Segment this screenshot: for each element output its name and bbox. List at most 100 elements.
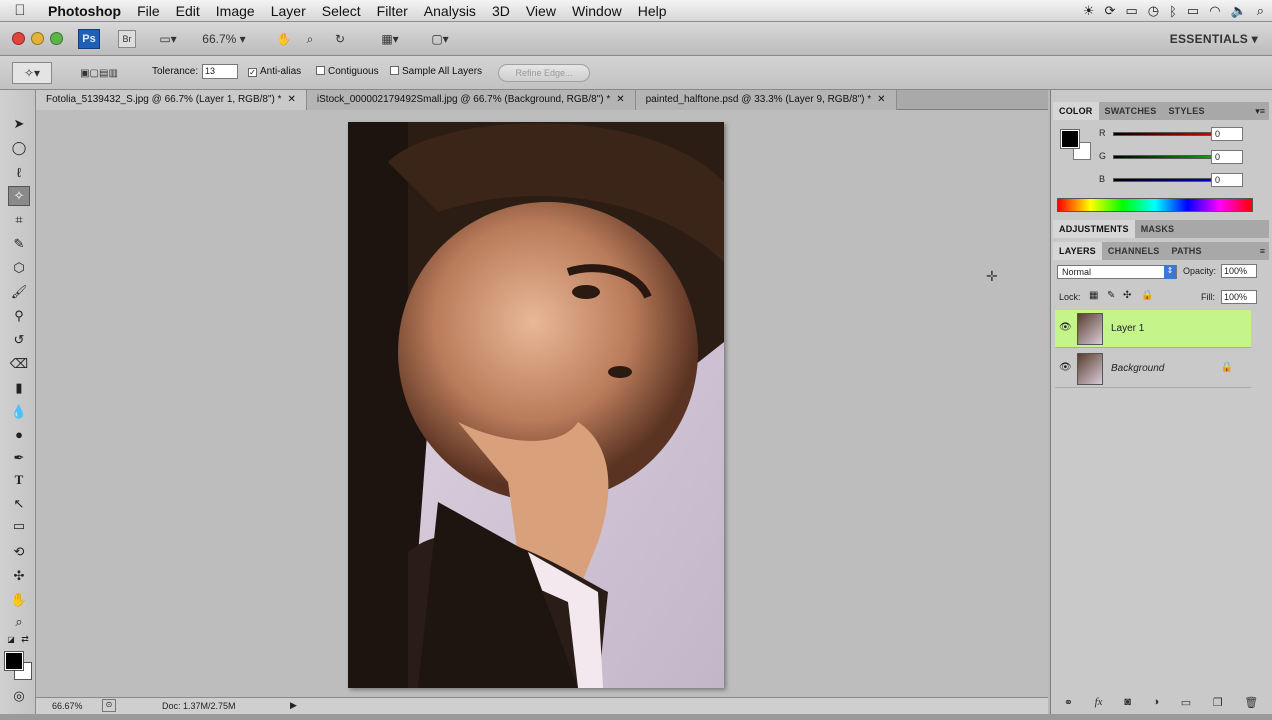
anti-alias-checkbox[interactable]: ✓ Anti-alias xyxy=(248,66,301,77)
tab-color[interactable]: COLOR xyxy=(1053,102,1099,120)
tab-styles[interactable]: STYLES xyxy=(1162,102,1210,120)
tab-document-1[interactable]: Fotolia_5139432_S.jpg @ 66.7% (Layer 1, … xyxy=(36,90,307,110)
tab-document-2[interactable]: iStock_000002179492Small.jpg @ 66.7% (Ba… xyxy=(306,90,636,110)
tab-masks[interactable]: MASKS xyxy=(1135,220,1181,238)
layer-style-icon[interactable]: fx xyxy=(1095,696,1103,708)
3d-rotate-tool-icon[interactable]: ⟲ xyxy=(8,542,30,562)
link-layers-icon[interactable]: ⚭ xyxy=(1064,696,1073,709)
menu-filter[interactable]: Filter xyxy=(369,0,416,22)
new-layer-icon[interactable]: ❐ xyxy=(1213,696,1223,709)
tab-paths[interactable]: PATHS xyxy=(1166,242,1208,260)
layers-panel-menu-icon[interactable]: ≡ xyxy=(1260,246,1265,256)
menu-app-photoshop[interactable]: Photoshop xyxy=(40,0,129,22)
contiguous-checkbox[interactable]: Contiguous xyxy=(316,66,379,77)
healing-brush-tool-icon[interactable]: ⬡ xyxy=(8,258,30,278)
quick-mask-icon[interactable]: ◎ xyxy=(8,686,30,706)
tab-document-3[interactable]: painted_halftone.psd @ 33.3% (Layer 9, R… xyxy=(635,90,897,110)
zoom-tool-button[interactable]: ⌕ xyxy=(300,30,320,48)
magic-wand-tool-icon[interactable]: ✧ xyxy=(8,186,30,206)
arrange-documents-button[interactable]: ▦▾ xyxy=(374,30,406,48)
shape-tool-icon[interactable]: ▭ xyxy=(8,516,30,536)
display-icon[interactable]: ▭ xyxy=(1125,3,1137,19)
red-value-input[interactable]: 0 xyxy=(1211,127,1243,141)
green-value-input[interactable]: 0 xyxy=(1211,150,1243,164)
visibility-eye-icon[interactable]: 👁 xyxy=(1059,322,1072,333)
crop-tool-icon[interactable]: ⌗ xyxy=(8,210,30,230)
tab-swatches[interactable]: SWATCHES xyxy=(1099,102,1163,120)
menu-analysis[interactable]: Analysis xyxy=(416,0,484,22)
path-selection-tool-icon[interactable]: ↖ xyxy=(8,494,30,514)
volume-icon[interactable]: 🔈 xyxy=(1231,3,1247,19)
panel-menu-icon[interactable]: ▾≡ xyxy=(1255,106,1265,117)
layer-name[interactable]: Layer 1 xyxy=(1111,323,1144,334)
blend-mode-select[interactable]: Normal ⇕ xyxy=(1057,265,1177,279)
document-canvas[interactable] xyxy=(348,122,724,688)
tab-adjustments[interactable]: ADJUSTMENTS xyxy=(1053,220,1135,238)
tolerance-input[interactable]: 13 xyxy=(202,64,238,79)
tab-channels[interactable]: CHANNELS xyxy=(1102,242,1166,260)
blur-tool-icon[interactable]: 💧 xyxy=(8,402,30,422)
color-foreground-swatch[interactable] xyxy=(1060,129,1080,149)
close-tab-icon[interactable]: ✕ xyxy=(877,94,885,105)
swap-colors-icon[interactable]: ⇄ xyxy=(18,632,32,646)
close-tab-icon[interactable]: ✕ xyxy=(288,94,296,105)
move-tool-icon[interactable]: ➤ xyxy=(8,114,30,134)
canvas-area[interactable]: ✛ xyxy=(36,110,1048,697)
fill-input[interactable]: 100% xyxy=(1221,290,1257,304)
apple-menu-icon[interactable]:  xyxy=(0,2,40,19)
workspace-switcher[interactable]: ESSENTIALS ▾ xyxy=(1170,32,1258,46)
menu-edit[interactable]: Edit xyxy=(168,0,208,22)
close-tab-icon[interactable]: ✕ xyxy=(616,94,624,105)
gradient-tool-icon[interactable]: ▮ xyxy=(8,378,30,398)
menu-3d[interactable]: 3D xyxy=(484,0,518,22)
brush-tool-icon[interactable]: 🖌 xyxy=(8,282,30,302)
wifi-icon[interactable]: ◠ xyxy=(1209,3,1220,19)
blue-value-input[interactable]: 0 xyxy=(1211,173,1243,187)
delete-layer-icon[interactable]: 🗑 xyxy=(1244,696,1258,709)
screen-mode-button[interactable]: ▢▾ xyxy=(424,30,456,48)
menu-select[interactable]: Select xyxy=(314,0,369,22)
menu-window[interactable]: Window xyxy=(564,0,630,22)
eyedropper-tool-icon[interactable]: ✎ xyxy=(8,234,30,254)
bluetooth-icon[interactable]: ᛒ xyxy=(1169,4,1177,19)
refine-edge-button[interactable]: Refine Edge... xyxy=(498,64,590,82)
tab-layers[interactable]: LAYERS xyxy=(1053,242,1102,260)
pen-tool-icon[interactable]: ✒ xyxy=(8,448,30,468)
new-group-icon[interactable]: ▭ xyxy=(1181,696,1191,709)
eraser-tool-icon[interactable]: ⌫ xyxy=(8,354,30,374)
type-tool-icon[interactable]: T xyxy=(8,470,30,490)
brightness-icon[interactable]: ☀ xyxy=(1083,3,1095,19)
opacity-input[interactable]: 100% xyxy=(1221,264,1257,278)
menu-view[interactable]: View xyxy=(518,0,564,22)
close-window-button[interactable] xyxy=(12,32,25,45)
spotlight-search-icon[interactable]: ⌕ xyxy=(1257,3,1264,19)
status-menu-arrow-icon[interactable]: ▶ xyxy=(290,700,297,711)
hand-tool-icon[interactable]: ✋ xyxy=(8,590,30,610)
layer-name[interactable]: Background xyxy=(1111,363,1164,374)
menu-help[interactable]: Help xyxy=(630,0,675,22)
battery-icon[interactable]: ▭ xyxy=(1187,3,1199,19)
status-zoom[interactable]: 66.67% xyxy=(52,701,83,711)
lasso-tool-icon[interactable]: ℓ xyxy=(8,162,30,182)
dodge-tool-icon[interactable]: ● xyxy=(8,424,30,444)
zoom-tool-icon[interactable]: ⌕ xyxy=(8,612,30,632)
menu-layer[interactable]: Layer xyxy=(263,0,314,22)
minimize-window-button[interactable] xyxy=(31,32,44,45)
rotate-view-button[interactable]: ↻ xyxy=(330,30,350,48)
status-zoom-icon[interactable]: ⊙ xyxy=(102,699,116,712)
3d-orbit-tool-icon[interactable]: ✣ xyxy=(8,566,30,586)
lock-position-icon[interactable]: ✣ xyxy=(1123,290,1131,301)
marquee-tool-icon[interactable]: ◯ xyxy=(8,138,30,158)
selection-mode-buttons[interactable]: ▣▢▤▥ xyxy=(64,64,134,82)
sync-icon[interactable]: ⟳ xyxy=(1105,3,1116,19)
zoom-level-dropdown[interactable]: 66.7% ▾ xyxy=(198,30,250,48)
hand-tool-button[interactable]: ✋ xyxy=(274,30,294,48)
layer-row[interactable]: 👁 Background 🔒 xyxy=(1055,350,1251,388)
history-brush-tool-icon[interactable]: ↺ xyxy=(8,330,30,350)
zoom-window-button[interactable] xyxy=(50,32,63,45)
launch-bridge-button[interactable]: Br xyxy=(118,30,136,48)
lock-all-icon[interactable]: 🔒 xyxy=(1141,290,1153,301)
foreground-color-swatch[interactable] xyxy=(4,651,24,671)
add-mask-icon[interactable]: ◙ xyxy=(1124,696,1131,708)
time-machine-icon[interactable]: ◷ xyxy=(1148,3,1159,19)
